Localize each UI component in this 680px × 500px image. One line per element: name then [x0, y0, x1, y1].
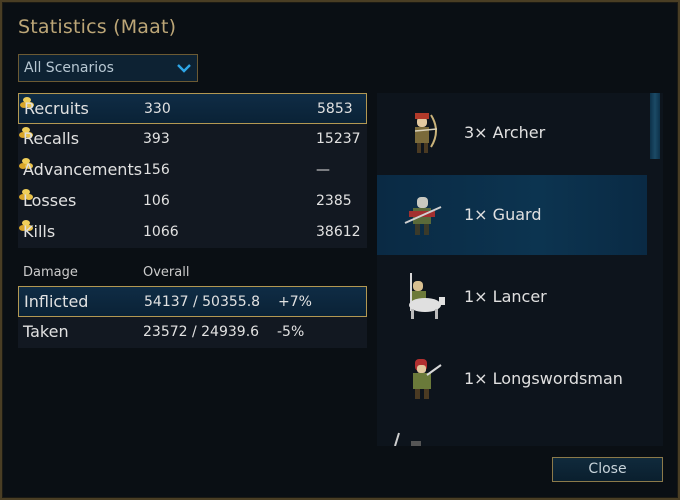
damage-row-inflicted[interactable]: Inflicted 54137 / 50355.8 +7% [18, 286, 367, 317]
stats-label: Losses [23, 191, 77, 210]
damage-percent: -5% [277, 324, 305, 340]
stats-count: 330 [144, 101, 171, 117]
stats-count: 156 [143, 162, 170, 178]
unit-item-guard[interactable]: 1× Guard [377, 175, 647, 255]
scenario-dropdown[interactable]: All Scenarios [18, 54, 198, 82]
stats-label: Advancements [23, 160, 143, 179]
stats-table: Recruits 330 5853 Recalls 393 15237 Adva… [18, 93, 367, 248]
scenario-dropdown-value: All Scenarios [24, 60, 114, 76]
stats-count: 106 [143, 193, 170, 209]
archer-icon [414, 113, 438, 153]
unit-label: 3× Archer [464, 123, 546, 142]
damage-row-taken[interactable]: Taken 23572 / 24939.6 -5% [18, 317, 367, 348]
damage-label: Inflicted [24, 292, 89, 311]
damage-value: 54137 / 50355.8 [144, 294, 261, 310]
stats-gold: 5853 [317, 101, 353, 117]
damage-label: Taken [23, 322, 69, 341]
unit-list-scrollbar[interactable] [648, 93, 662, 446]
damage-value: 23572 / 24939.6 [143, 324, 260, 340]
damage-header-overall: Overall [143, 265, 190, 280]
stats-label: Recalls [23, 129, 80, 148]
guard-icon [404, 197, 442, 235]
lancer-icon [409, 273, 445, 319]
unit-item-longswordsman[interactable]: 1× Longswordsman [377, 339, 647, 419]
stats-row-advancements[interactable]: Advancements 156 — [18, 155, 367, 186]
unit-item-lancer[interactable]: 1× Lancer [377, 257, 647, 337]
stats-gold: — [316, 162, 330, 178]
statistics-dialog: Statistics (Maat) All Scenarios Recruits… [0, 0, 680, 500]
stats-label: Kills [23, 222, 56, 241]
stats-count: 393 [143, 131, 170, 147]
stats-row-losses[interactable]: Losses 106 2385 [18, 186, 367, 217]
unit-item-archer[interactable]: 3× Archer [377, 93, 647, 173]
partial-unit-icon [394, 432, 421, 446]
stats-label: Recruits [24, 99, 89, 118]
stats-row-kills[interactable]: Kills 1066 38612 [18, 217, 367, 248]
stats-row-recruits[interactable]: Recruits 330 5853 [18, 93, 367, 124]
damage-header-label: Damage [23, 265, 78, 280]
damage-percent: +7% [278, 294, 312, 310]
stats-gold: 38612 [316, 224, 361, 240]
unit-label: 1× Lancer [464, 287, 547, 306]
stats-count: 1066 [143, 224, 179, 240]
stats-gold: 15237 [316, 131, 361, 147]
stats-row-recalls[interactable]: Recalls 393 15237 [18, 124, 367, 155]
scrollbar-thumb[interactable] [650, 93, 660, 159]
damage-table: Inflicted 54137 / 50355.8 +7% Taken 2357… [18, 286, 367, 348]
dialog-title: Statistics (Maat) [18, 16, 177, 38]
unit-label: 1× Longswordsman [464, 369, 623, 388]
chevron-down-icon [177, 64, 191, 73]
close-button[interactable]: Close [552, 457, 663, 482]
unit-label: 1× Guard [464, 205, 542, 224]
longswordsman-icon [413, 359, 442, 399]
unit-list[interactable]: 3× Archer 1× Guard 1× Lancer 1× Longswor… [377, 93, 663, 446]
stats-gold: 2385 [316, 193, 352, 209]
